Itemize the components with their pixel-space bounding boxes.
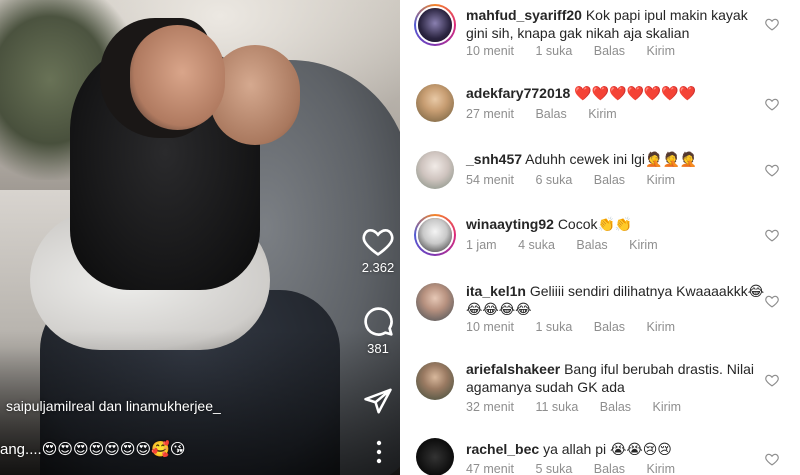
like-count: 2.362 — [361, 260, 395, 275]
comment-username[interactable]: rachel_bec — [466, 441, 539, 457]
comment-meta: 1 jam 4 suka Balas Kirim — [466, 238, 676, 252]
comment-icon[interactable] — [362, 305, 394, 337]
comment-like-count[interactable]: 11 suka — [535, 400, 578, 414]
comment-time: 10 menit — [466, 320, 514, 334]
comment-message: ya allah pi 😭😭😢😢 — [543, 441, 672, 457]
comment-text: _snh457 Aduhh cewek ini lgi🤦🤦🤦 — [466, 150, 766, 168]
heart-icon[interactable] — [362, 226, 394, 256]
comment-text: rachel_bec ya allah pi 😭😭😢😢 — [466, 440, 766, 458]
caption-text: ang....😍😍😍😍😍😍😍🥰😘 — [0, 441, 186, 458]
reply-button[interactable]: Balas — [576, 238, 607, 252]
send-icon[interactable] — [363, 386, 393, 416]
heart-outline-icon[interactable] — [765, 294, 779, 308]
comment-meta: 32 menit 11 suka Balas Kirim — [466, 400, 699, 414]
send-button[interactable]: Kirim — [653, 400, 681, 414]
comments-panel: mahfud_syariff20 Kok papi ipul makin kay… — [400, 0, 800, 475]
comment-message: ❤️❤️❤️❤️❤️❤️❤️ — [574, 85, 697, 101]
video-player[interactable]: 2.362 381 saipuljamilreal dan linamukher… — [0, 0, 400, 475]
comment-like-count[interactable]: 4 suka — [518, 238, 555, 252]
comment-meta: 27 menit Balas Kirim — [466, 107, 635, 121]
comment-text: mahfud_syariff20 Kok papi ipul makin kay… — [466, 6, 766, 42]
comment-time: 54 menit — [466, 173, 514, 187]
reply-button[interactable]: Balas — [535, 107, 566, 121]
send-button[interactable]: Kirim — [647, 173, 675, 187]
comment-time: 27 menit — [466, 107, 514, 121]
comment-like-count[interactable]: 1 suka — [535, 44, 572, 58]
comment-meta: 54 menit 6 suka Balas Kirim — [466, 173, 693, 187]
comment-count: 381 — [367, 341, 389, 356]
comment-text: ariefalshakeer Bang iful berubah drastis… — [466, 360, 766, 396]
reply-button[interactable]: Balas — [594, 320, 625, 334]
send-button[interactable]: Kirim — [647, 462, 675, 475]
comment-username[interactable]: ita_kel1n — [466, 283, 526, 299]
heart-outline-icon[interactable] — [765, 17, 779, 31]
comment-time: 1 jam — [466, 238, 497, 252]
avatar[interactable] — [416, 283, 454, 321]
like-action[interactable]: 2.362 — [348, 226, 400, 275]
video-woman-head — [130, 25, 225, 130]
reply-button[interactable]: Balas — [594, 462, 625, 475]
reply-button[interactable]: Balas — [594, 44, 625, 58]
share-action[interactable] — [348, 386, 400, 416]
avatar[interactable] — [416, 362, 454, 400]
more-options-icon[interactable] — [372, 440, 386, 464]
comment-message: Cocok👏👏 — [557, 216, 633, 232]
heart-outline-icon[interactable] — [765, 228, 779, 242]
comment-meta: 10 menit 1 suka Balas Kirim — [466, 44, 693, 58]
heart-outline-icon[interactable] — [765, 373, 779, 387]
comment-like-count[interactable]: 6 suka — [535, 173, 572, 187]
comment-username[interactable]: _snh457 — [466, 151, 522, 167]
comment-meta: 10 menit 1 suka Balas Kirim — [466, 320, 693, 334]
comment-username[interactable]: winaayting92 — [466, 216, 554, 232]
avatar[interactable] — [416, 84, 454, 122]
avatar[interactable] — [416, 151, 454, 189]
comment-time: 10 menit — [466, 44, 514, 58]
avatar[interactable] — [416, 438, 454, 475]
comment-text: winaayting92 Cocok👏👏 — [466, 215, 766, 233]
heart-outline-icon[interactable] — [765, 452, 779, 466]
heart-outline-icon[interactable] — [765, 97, 779, 111]
send-button[interactable]: Kirim — [647, 44, 675, 58]
send-button[interactable]: Kirim — [647, 320, 675, 334]
avatar[interactable] — [414, 4, 456, 46]
send-button[interactable]: Kirim — [588, 107, 616, 121]
comment-username[interactable]: mahfud_syariff20 — [466, 7, 582, 23]
caption-usernames[interactable]: saipuljamilreal dan linamukherjee_ — [6, 398, 221, 414]
comment-like-count[interactable]: 1 suka — [535, 320, 572, 334]
comment-username[interactable]: adekfary772018 — [466, 85, 570, 101]
send-button[interactable]: Kirim — [629, 238, 657, 252]
comment-action[interactable]: 381 — [348, 305, 400, 356]
avatar[interactable] — [414, 214, 456, 256]
comment-time: 32 menit — [466, 400, 514, 414]
heart-outline-icon[interactable] — [765, 163, 779, 177]
comment-time: 47 menit — [466, 462, 514, 475]
comment-username[interactable]: ariefalshakeer — [466, 361, 560, 377]
comment-like-count[interactable]: 5 suka — [535, 462, 572, 475]
comment-meta: 47 menit 5 suka Balas Kirim — [466, 462, 693, 475]
comment-text: adekfary772018 ❤️❤️❤️❤️❤️❤️❤️ — [466, 84, 766, 102]
comment-message: Aduhh cewek ini lgi🤦🤦🤦 — [525, 151, 698, 167]
reply-button[interactable]: Balas — [600, 400, 631, 414]
reply-button[interactable]: Balas — [594, 173, 625, 187]
comment-text: ita_kel1n Geliiii sendiri dilihatnya Kwa… — [466, 282, 766, 318]
